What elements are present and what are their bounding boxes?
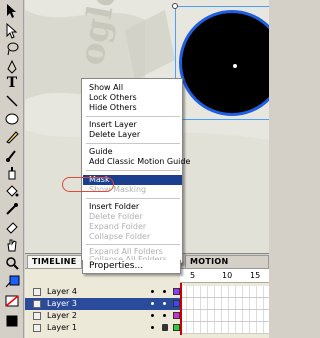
tab-motion-editor[interactable]: MOTION EDITOR [185,255,269,278]
layer-color-box[interactable] [173,300,180,307]
line-tool-icon[interactable] [3,92,21,110]
layer-icon [33,312,41,320]
menu-separator [86,170,180,171]
menu-item-add-classic-motion-guide[interactable]: Add Classic Motion Guide [83,157,190,167]
lasso-tool-icon[interactable] [3,40,21,58]
transform-handle[interactable] [172,3,178,9]
registration-point [233,64,237,68]
swap-colors-icon[interactable] [3,312,21,330]
lock-dot[interactable] [163,290,166,293]
menu-separator [86,244,180,245]
oval-tool-icon[interactable] [3,110,21,128]
layer-color-box[interactable] [173,324,180,331]
layer-name: Layer 3 [47,299,77,308]
eyedropper-tool-icon[interactable] [3,200,21,218]
frame-number: 10 [222,271,233,280]
layer-color-box[interactable] [173,312,180,319]
visibility-dot[interactable] [151,290,154,293]
menu-item-guide[interactable]: Guide [83,147,182,157]
lock-dot[interactable] [163,302,166,305]
zoom-tool-icon[interactable] [3,254,21,272]
black-circle-shape[interactable] [179,10,269,116]
layer-icon [33,288,41,296]
visibility-dot[interactable] [151,314,154,317]
eraser-tool-icon[interactable] [3,218,21,236]
layer-icon [33,324,41,332]
frame-cells[interactable] [180,310,269,322]
visibility-dot[interactable] [151,326,154,329]
visibility-dot[interactable] [151,302,154,305]
fill-color-icon[interactable] [3,292,21,310]
menu-item-insert-folder[interactable]: Insert Folder [83,202,182,212]
menu-item-insert-layer[interactable]: Insert Layer [83,120,182,130]
frame-number: 15 [250,271,261,280]
subselection-tool-icon[interactable] [3,22,21,40]
menu-separator [86,143,180,144]
pencil-tool-icon[interactable] [3,128,21,146]
annotation-highlight-circle [62,177,114,192]
lock-dot[interactable] [163,314,166,317]
frame-cells[interactable] [180,298,269,310]
hand-tool-icon[interactable] [3,236,21,254]
selection-tool-icon[interactable] [3,2,21,20]
menu-item-properties[interactable]: Properties... [82,260,181,274]
menu-item-expand-folder: Expand Folder [89,222,147,231]
text-tool-icon[interactable]: T [3,74,21,92]
lock-icon[interactable] [162,324,168,331]
menu-item-lock-others[interactable]: Lock Others [83,93,182,103]
selected-circle-bounding-box[interactable] [172,3,269,120]
layer-context-menu: Show All Lock Others Hide Others Insert … [81,78,190,264]
frame-cells[interactable] [180,286,269,298]
playhead[interactable] [180,283,182,335]
menu-item-delete-folder: Delete Folder [89,212,143,221]
layer-name: Layer 1 [47,323,77,332]
frame-cells[interactable] [180,322,269,334]
tools-panel: T [0,0,24,338]
layer-name: Layer 2 [47,311,77,320]
frame-ruler[interactable]: 5 10 15 [180,269,269,283]
menu-item-show-all[interactable]: Show All [83,83,182,93]
menu-item-delete-layer[interactable]: Delete Layer [83,130,182,140]
ink-bottle-tool-icon[interactable] [3,164,21,182]
layer-icon [33,300,41,308]
stroke-color-icon[interactable] [3,272,21,290]
brush-tool-icon[interactable] [3,146,21,164]
frame-number: 5 [190,271,196,280]
menu-item-collapse-folder: Collapse Folder [89,232,151,241]
tab-timeline[interactable]: TIMELINE [27,255,82,268]
layer-color-box[interactable] [173,288,180,295]
paint-bucket-tool-icon[interactable] [3,182,21,200]
menu-separator [86,116,180,117]
menu-separator [86,198,180,199]
menu-item-hide-others[interactable]: Hide Others [83,103,182,113]
layer-name: Layer 4 [47,287,77,296]
